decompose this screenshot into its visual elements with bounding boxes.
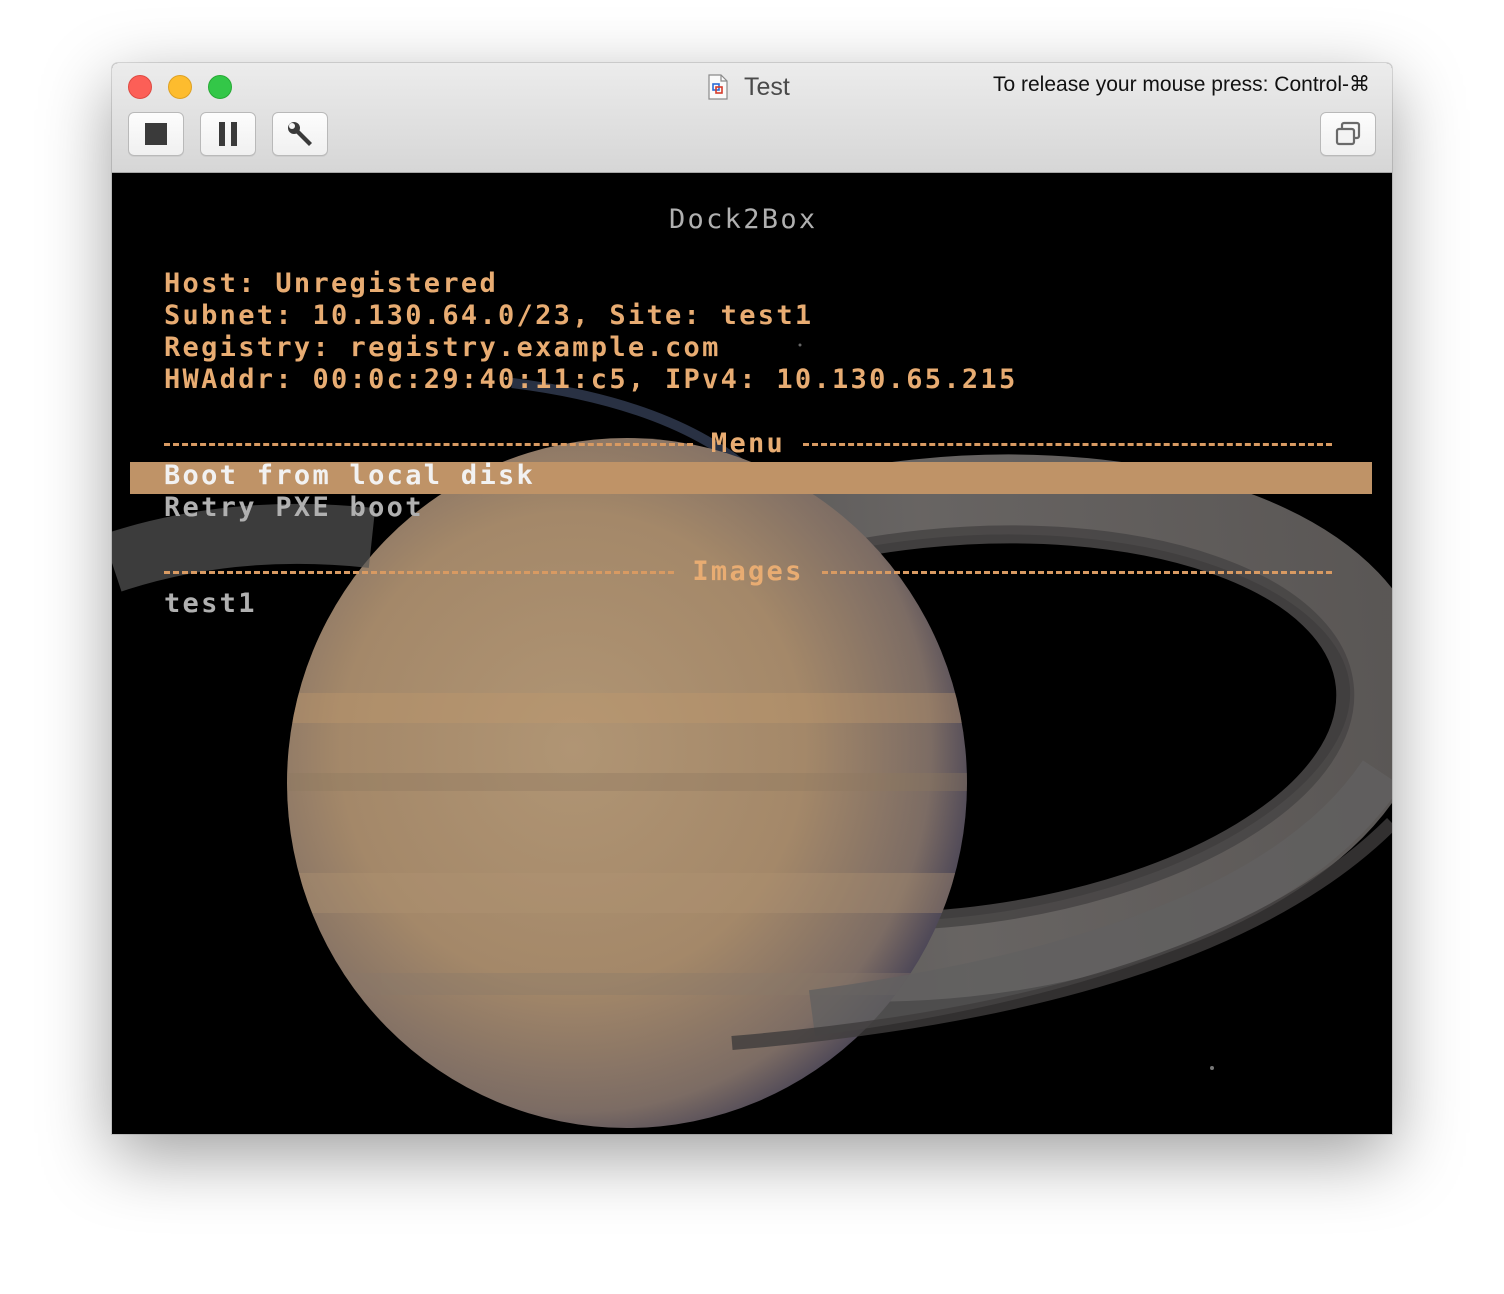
console-heading: Dock2Box (669, 204, 818, 235)
zoom-window-button[interactable] (208, 75, 232, 99)
boot-console: Dock2Box Host: Unregistered Subnet: 10.1… (112, 173, 1392, 1134)
vm-document-icon (708, 74, 728, 100)
stop-icon (145, 123, 167, 145)
window-title: Test (744, 72, 790, 101)
window-title-group: Test (708, 69, 790, 105)
image-item-test1[interactable]: test1 (164, 588, 257, 620)
title-bar: Test To release your mouse press: Contro… (112, 63, 1392, 173)
minimize-window-button[interactable] (168, 75, 192, 99)
vm-window: Test To release your mouse press: Contro… (112, 63, 1392, 1134)
images-divider: Images (164, 556, 1332, 588)
pause-icon (219, 122, 237, 146)
menu-section-label: Menu (710, 428, 786, 459)
divider-dashes-left (164, 570, 675, 574)
host-info: Host: Unregistered (164, 268, 498, 299)
pause-button[interactable] (200, 112, 256, 156)
close-window-button[interactable] (128, 75, 152, 99)
subnet-info: Subnet: 10.130.64.0/23, Site: test1 (164, 300, 814, 331)
menu-item-boot-local-disk[interactable]: Boot from local disk (164, 460, 535, 492)
images-section-label: Images (692, 556, 804, 587)
hwaddr-info: HWAddr: 00:0c:29:40:11:c5, IPv4: 10.130.… (164, 364, 1018, 395)
stop-button[interactable] (128, 112, 184, 156)
divider-dashes-right (803, 442, 1333, 446)
menu-divider: Menu (164, 428, 1333, 460)
menu-item-retry-pxe-boot[interactable]: Retry PXE boot (164, 492, 424, 524)
divider-dashes-right (821, 570, 1332, 574)
mouse-release-hint: To release your mouse press: Control-⌘ (993, 73, 1370, 96)
divider-dashes-left (164, 442, 693, 446)
vm-screen[interactable]: Dock2Box Host: Unregistered Subnet: 10.1… (112, 173, 1392, 1134)
unity-button[interactable] (1320, 112, 1376, 156)
unity-windows-icon (1335, 121, 1361, 146)
registry-info: Registry: registry.example.com (164, 332, 721, 363)
wrench-icon (288, 122, 312, 146)
settings-button[interactable] (272, 112, 328, 156)
